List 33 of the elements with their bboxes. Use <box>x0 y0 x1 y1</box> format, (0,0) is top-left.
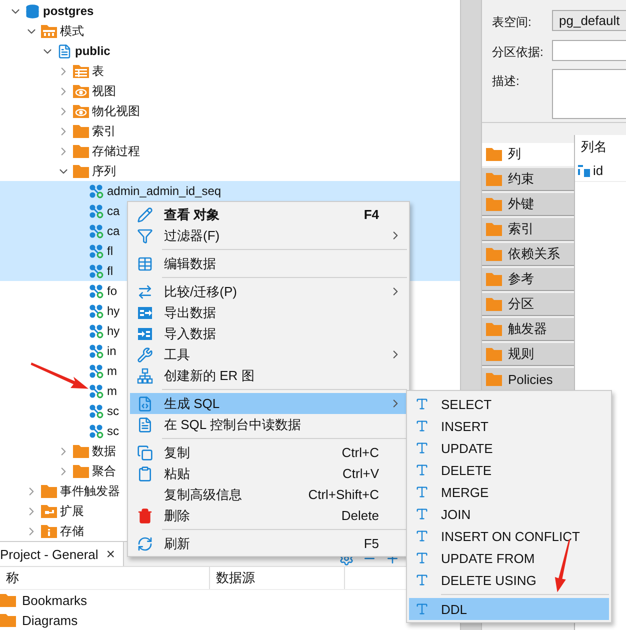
table-cell: id <box>593 162 604 178</box>
tree-item-label: admin_admin_id_seq <box>107 184 222 198</box>
tab-label: Project - General <box>0 546 98 562</box>
tree-item-label: sc <box>107 404 119 418</box>
tree-item-label: 聚合 <box>92 462 116 480</box>
tree-item-label: 事件触发器 <box>60 482 120 500</box>
tree-item-label: 视图 <box>92 82 116 100</box>
tree-item-label: m <box>107 384 117 398</box>
tree-item-label: 模式 <box>60 22 84 40</box>
tree-item-label: postgres <box>43 4 94 18</box>
tree-item-label: in <box>107 344 116 358</box>
tree-item-label: 数据 <box>92 442 116 460</box>
tree-item-label: hy <box>107 324 120 338</box>
tree-item-label: fl <box>107 244 113 258</box>
tree-item-label: 序列 <box>92 162 116 180</box>
tree-item-label: fl <box>107 264 113 278</box>
tree-item-label: sc <box>107 424 119 438</box>
tree-item-label: 表 <box>92 62 104 80</box>
tree-item-label: 存储过程 <box>92 142 140 160</box>
tree-item-label: ca <box>107 204 120 218</box>
tree-item-label: m <box>107 364 117 378</box>
tree-item-label: public <box>75 44 110 58</box>
tree-item-label: ca <box>107 224 120 238</box>
field-label: 描述: <box>492 73 520 90</box>
tree-item-label: hy <box>107 304 120 318</box>
tree-item-label: 索引 <box>92 122 116 140</box>
tree-item-label: fo <box>107 284 118 298</box>
field-label: 表空间: <box>492 14 532 31</box>
column-header: 列名 <box>580 138 608 156</box>
tree-item-label: 物化视图 <box>92 102 140 120</box>
tree-item-label: 存储 <box>60 522 84 540</box>
field-label: 分区依据: <box>492 44 544 61</box>
tree-item-label: 扩展 <box>60 502 84 520</box>
